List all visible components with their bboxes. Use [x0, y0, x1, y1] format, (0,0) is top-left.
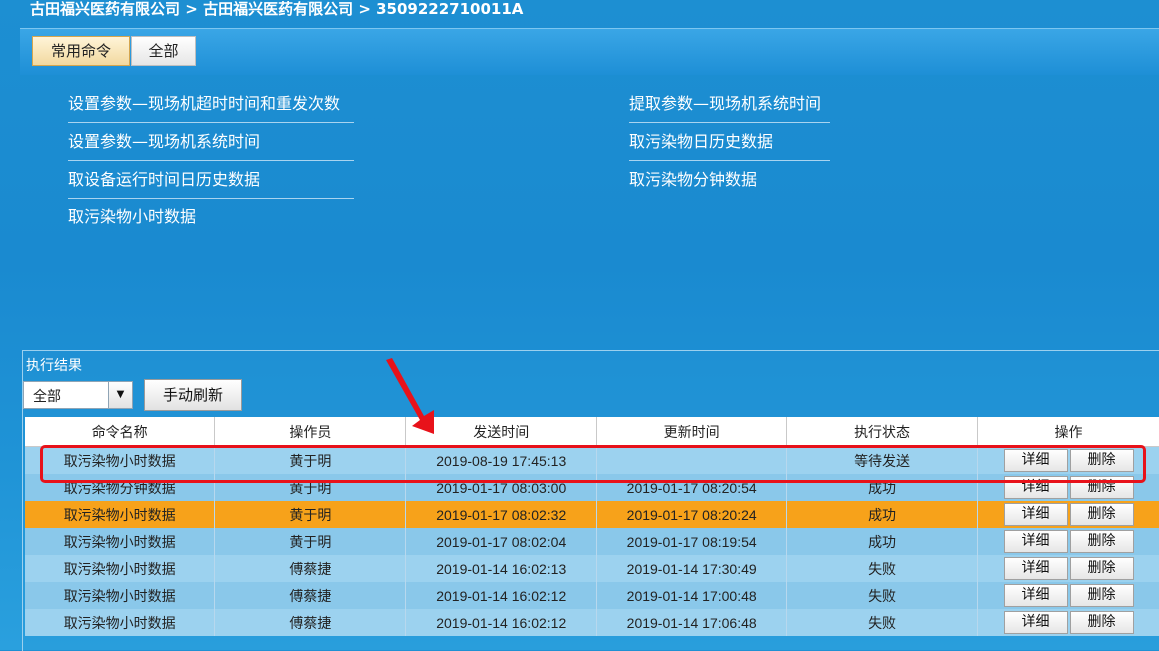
- updated-time-cell: 2019-01-14 17:06:48: [596, 609, 788, 636]
- command-name-cell: 取污染物小时数据: [25, 555, 216, 582]
- breadcrumb-separator: >: [358, 0, 371, 18]
- column-header: 操作员: [214, 417, 407, 447]
- breadcrumb-level3: 3509222710011A: [376, 0, 524, 18]
- command-name-cell: 取污染物小时数据: [25, 446, 216, 474]
- detail-button[interactable]: 详细: [1003, 503, 1068, 526]
- updated-time-cell: 2019-01-14 17:30:49: [596, 555, 788, 582]
- status-filter-value: 全部: [33, 389, 61, 405]
- delete-button[interactable]: 删除: [1069, 584, 1134, 607]
- operator-cell: 黄于明: [214, 474, 407, 501]
- actions-cell: 详细 删除: [977, 528, 1159, 555]
- command-link[interactable]: 取污染物分钟数据: [629, 162, 830, 198]
- column-header: 更新时间: [596, 417, 788, 447]
- results-panel: 执行结果 全部 ▼ 手动刷新 命令名称 操作员 发送时间 更新时间 执行状态 操…: [22, 350, 1159, 651]
- delete-button[interactable]: 删除: [1069, 449, 1134, 472]
- dropdown-arrow-icon[interactable]: ▼: [108, 382, 132, 408]
- table-row[interactable]: 取污染物小时数据 黄于明 2019-08-19 17:45:13 等待发送 详细…: [25, 446, 1159, 474]
- detail-button[interactable]: 详细: [1003, 557, 1068, 580]
- operator-cell: 黄于明: [214, 528, 407, 555]
- table-header-row: 命令名称 操作员 发送时间 更新时间 执行状态 操作: [25, 417, 1159, 447]
- sent-time-cell: 2019-01-14 16:02:12: [405, 582, 598, 609]
- delete-button[interactable]: 删除: [1069, 530, 1134, 553]
- command-name-cell: 取污染物小时数据: [25, 528, 216, 555]
- command-name-cell: 取污染物分钟数据: [25, 474, 216, 501]
- status-cell: 失败: [786, 555, 979, 582]
- status-cell: 失败: [786, 582, 979, 609]
- table-row[interactable]: 取污染物小时数据 傅蔡捷 2019-01-14 16:02:12 2019-01…: [25, 609, 1159, 636]
- delete-button[interactable]: 删除: [1069, 611, 1134, 634]
- operator-cell: 黄于明: [214, 446, 407, 474]
- status-cell: 等待发送: [786, 446, 979, 474]
- table-row[interactable]: 取污染物小时数据 傅蔡捷 2019-01-14 16:02:13 2019-01…: [25, 555, 1159, 582]
- command-name-cell: 取污染物小时数据: [25, 609, 216, 636]
- command-link[interactable]: 设置参数—现场机超时时间和重发次数: [68, 86, 354, 123]
- command-tab-bar: 常用命令 全部: [20, 28, 1159, 75]
- sent-time-cell: 2019-01-17 08:03:00: [405, 474, 598, 501]
- actions-cell: 详细 删除: [977, 474, 1159, 501]
- detail-button[interactable]: 详细: [1003, 611, 1068, 634]
- table-row[interactable]: 取污染物分钟数据 黄于明 2019-01-17 08:03:00 2019-01…: [25, 474, 1159, 501]
- sent-time-cell: 2019-01-17 08:02:04: [405, 528, 598, 555]
- status-cell: 失败: [786, 609, 979, 636]
- column-header: 操作: [977, 417, 1159, 447]
- column-header: 执行状态: [786, 417, 979, 447]
- sent-time-cell: 2019-08-19 17:45:13: [405, 446, 598, 474]
- status-filter-select[interactable]: 全部 ▼: [23, 381, 133, 409]
- tab-common-commands[interactable]: 常用命令: [32, 36, 130, 66]
- updated-time-cell: 2019-01-17 08:20:54: [596, 474, 788, 501]
- sent-time-cell: 2019-01-17 08:02:32: [405, 501, 598, 528]
- breadcrumb-level2[interactable]: 古田福兴医药有限公司: [203, 0, 353, 20]
- actions-cell: 详细 删除: [977, 582, 1159, 609]
- updated-time-cell: [596, 446, 788, 474]
- command-link[interactable]: 设置参数—现场机系统时间: [68, 124, 354, 161]
- delete-button[interactable]: 删除: [1069, 557, 1134, 580]
- command-link[interactable]: 取污染物小时数据: [68, 199, 354, 235]
- breadcrumb-separator: >: [185, 0, 198, 18]
- detail-button[interactable]: 详细: [1003, 449, 1068, 472]
- operator-cell: 黄于明: [214, 501, 407, 528]
- updated-time-cell: 2019-01-17 08:19:54: [596, 528, 788, 555]
- operator-cell: 傅蔡捷: [214, 609, 407, 636]
- command-name-cell: 取污染物小时数据: [25, 501, 216, 528]
- sent-time-cell: 2019-01-14 16:02:13: [405, 555, 598, 582]
- tab-all[interactable]: 全部: [131, 36, 196, 66]
- status-cell: 成功: [786, 528, 979, 555]
- updated-time-cell: 2019-01-14 17:00:48: [596, 582, 788, 609]
- command-name-cell: 取污染物小时数据: [25, 582, 216, 609]
- column-header: 命令名称: [25, 417, 216, 447]
- column-header: 发送时间: [405, 417, 598, 447]
- command-link[interactable]: 提取参数—现场机系统时间: [629, 86, 830, 123]
- actions-cell: 详细 删除: [977, 609, 1159, 636]
- manual-refresh-button[interactable]: 手动刷新: [144, 379, 242, 411]
- results-table: 命令名称 操作员 发送时间 更新时间 执行状态 操作 取污染物小时数据 黄于明 …: [25, 417, 1159, 636]
- operator-cell: 傅蔡捷: [214, 555, 407, 582]
- delete-button[interactable]: 删除: [1069, 476, 1134, 499]
- status-cell: 成功: [786, 501, 979, 528]
- detail-button[interactable]: 详细: [1003, 530, 1068, 553]
- table-row-selected[interactable]: 取污染物小时数据 黄于明 2019-01-17 08:02:32 2019-01…: [25, 501, 1159, 528]
- status-cell: 成功: [786, 474, 979, 501]
- results-title: 执行结果: [26, 358, 82, 374]
- operator-cell: 傅蔡捷: [214, 582, 407, 609]
- breadcrumb: 古田福兴医药有限公司 > 古田福兴医药有限公司 > 3509222710011A: [30, 0, 523, 20]
- detail-button[interactable]: 详细: [1003, 584, 1068, 607]
- actions-cell: 详细 删除: [977, 555, 1159, 582]
- sent-time-cell: 2019-01-14 16:02:12: [405, 609, 598, 636]
- delete-button[interactable]: 删除: [1069, 503, 1134, 526]
- updated-time-cell: 2019-01-17 08:20:24: [596, 501, 788, 528]
- breadcrumb-level1[interactable]: 古田福兴医药有限公司: [30, 0, 180, 20]
- table-row[interactable]: 取污染物小时数据 傅蔡捷 2019-01-14 16:02:12 2019-01…: [25, 582, 1159, 609]
- command-link[interactable]: 取污染物日历史数据: [629, 124, 830, 161]
- command-link[interactable]: 取设备运行时间日历史数据: [68, 162, 354, 199]
- table-row[interactable]: 取污染物小时数据 黄于明 2019-01-17 08:02:04 2019-01…: [25, 528, 1159, 555]
- actions-cell: 详细 删除: [977, 446, 1159, 474]
- detail-button[interactable]: 详细: [1003, 476, 1068, 499]
- actions-cell: 详细 删除: [977, 501, 1159, 528]
